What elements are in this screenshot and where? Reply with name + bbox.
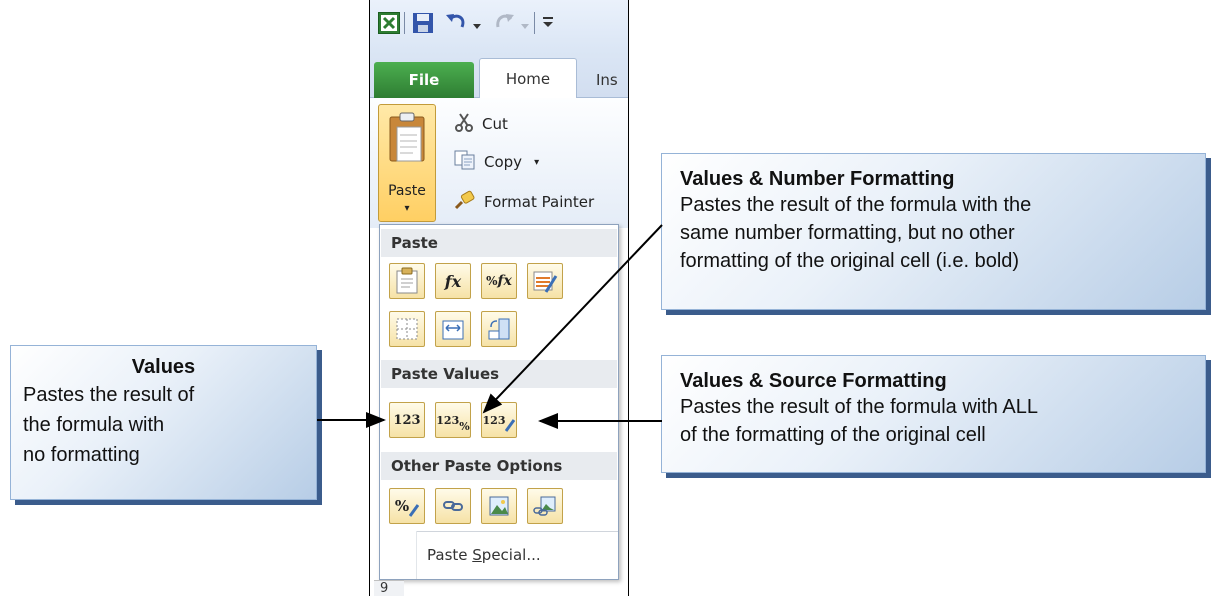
callout-arrows (317, 224, 663, 429)
values-number-formatting-arrow (482, 224, 663, 414)
